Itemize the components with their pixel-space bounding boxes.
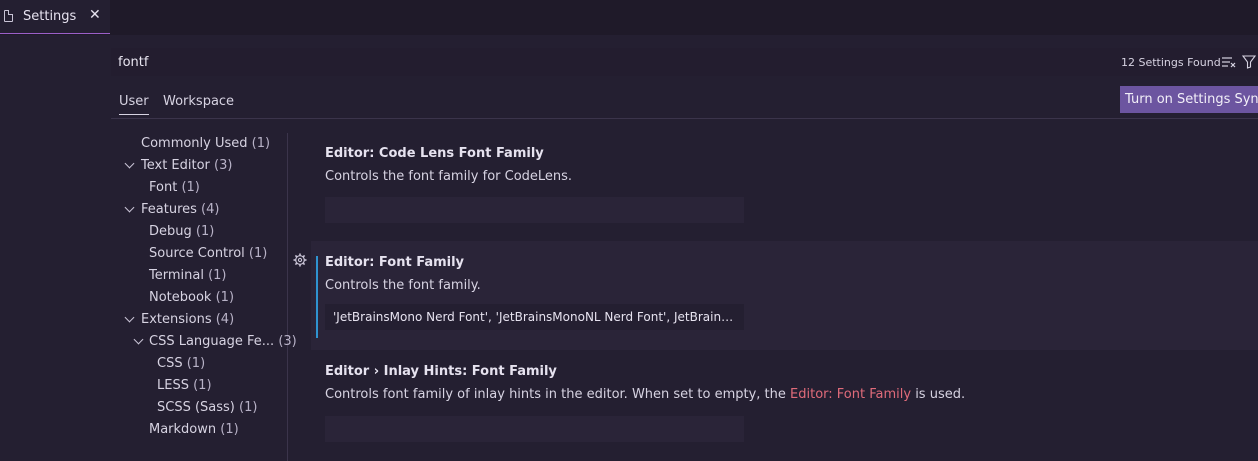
toc-count: (1) [193, 378, 212, 393]
toc-count: (3) [214, 158, 233, 173]
clear-filter-icon[interactable] [1222, 56, 1236, 68]
toc-label: CSS [157, 356, 183, 371]
chevron-down-icon[interactable] [133, 334, 144, 345]
focus-indicator [316, 256, 318, 338]
toc-item-markdown[interactable]: Markdown (1) [149, 419, 239, 441]
tab-settings[interactable]: Settings ✕ [0, 0, 110, 34]
toc-count: (1) [220, 422, 239, 437]
toc-label: Terminal [149, 268, 204, 283]
toc-item-source-control[interactable]: Source Control (1) [149, 243, 267, 265]
toc-item-notebook[interactable]: Notebook (1) [149, 287, 234, 309]
toc-item-css[interactable]: CSS (1) [157, 353, 205, 375]
toc-label: CSS Language Fe... [149, 334, 275, 349]
setting-description-post: is used. [911, 387, 966, 402]
chevron-down-icon[interactable] [124, 312, 135, 323]
toc-item-terminal[interactable]: Terminal (1) [149, 265, 227, 287]
toc-item-commonly-used[interactable]: Commonly Used (1) [141, 133, 270, 155]
close-icon[interactable]: ✕ [89, 7, 101, 23]
toc-label: Markdown [149, 422, 217, 437]
chevron-down-icon[interactable] [124, 202, 135, 213]
setting-description: Controls the font family. [325, 278, 481, 293]
turn-on-settings-sync-button[interactable]: Turn on Settings Sync [1120, 86, 1258, 113]
tab-settings-label: Settings [23, 9, 77, 24]
toc-count: (1) [195, 224, 215, 239]
toc-item-less[interactable]: LESS (1) [157, 375, 212, 397]
file-icon [4, 10, 13, 22]
tab-workspace[interactable]: Workspace [163, 94, 234, 109]
toc-count: (4) [215, 312, 235, 327]
toc-item-debug[interactable]: Debug (1) [149, 221, 214, 243]
toc-count: (1) [181, 180, 200, 195]
setting-description: Controls font family of inlay hints in t… [325, 387, 965, 402]
setting-value-input[interactable]: 'JetBrainsMono Nerd Font', 'JetBrainsMon… [325, 304, 744, 330]
toc-item-text-editor[interactable]: Text Editor (3) [141, 155, 232, 177]
toc-count: (1) [208, 268, 227, 283]
setting-title: Editor › Inlay Hints: Font Family [325, 364, 557, 379]
settings-found-count: 12 Settings Found [1121, 56, 1221, 69]
toc-label: Extensions [141, 312, 212, 327]
toc-label: LESS [157, 378, 189, 393]
toc-item-extensions[interactable]: Extensions (4) [141, 309, 234, 331]
setting-item-code-lens-font-family: Editor: Code Lens Font Family Controls t… [311, 133, 1258, 241]
filter-icon[interactable] [1242, 55, 1256, 69]
setting-description-pre: Controls font family of inlay hints in t… [325, 387, 791, 402]
gear-icon[interactable] [293, 253, 307, 267]
toc-label: Features [141, 202, 197, 217]
toc-count: (3) [278, 334, 297, 349]
settings-scope-tabs: User Workspace [111, 88, 1258, 119]
settings-search-box [111, 48, 1258, 76]
toc-count: (1) [239, 400, 258, 415]
chevron-down-icon[interactable] [124, 158, 135, 169]
setting-description: Controls the font family for CodeLens. [325, 169, 573, 184]
setting-link-editor-font-family[interactable]: Editor: Font Family [790, 387, 911, 402]
settings-search-input[interactable] [111, 48, 1011, 76]
editor-tab-bar: Settings ✕ [0, 0, 1258, 35]
toc-label: Text Editor [141, 158, 210, 173]
setting-value-input[interactable] [325, 197, 744, 223]
settings-toc: Commonly Used (1) Text Editor (3) Font (… [111, 133, 297, 461]
setting-item-font-family: Editor: Font Family Controls the font fa… [311, 241, 1258, 350]
setting-value-text: 'JetBrainsMono Nerd Font', 'JetBrainsMon… [333, 310, 738, 324]
setting-value-input[interactable] [325, 416, 744, 442]
toc-label: Source Control [149, 246, 245, 261]
toc-item-font[interactable]: Font (1) [149, 177, 200, 199]
toc-count: (1) [186, 356, 206, 371]
toc-label: Font [149, 180, 178, 195]
toc-item-features[interactable]: Features (4) [141, 199, 219, 221]
toc-count: (1) [215, 290, 235, 305]
toc-count: (1) [251, 136, 271, 151]
setting-item-inlay-hints-font-family: Editor › Inlay Hints: Font Family Contro… [311, 350, 1258, 461]
toc-item-css-language-features[interactable]: CSS Language Fe... (3) [149, 331, 297, 353]
setting-title: Editor: Font Family [325, 255, 465, 270]
toc-count: (4) [201, 202, 220, 217]
tab-user[interactable]: User [119, 94, 149, 115]
toc-count: (1) [248, 246, 268, 261]
toc-label: Commonly Used [141, 136, 248, 151]
toc-label: Notebook [149, 290, 212, 305]
setting-title: Editor: Code Lens Font Family [325, 146, 544, 161]
toc-item-scss[interactable]: SCSS (Sass) (1) [157, 397, 257, 419]
toc-label: SCSS (Sass) [157, 400, 235, 415]
toc-label: Debug [149, 224, 192, 239]
